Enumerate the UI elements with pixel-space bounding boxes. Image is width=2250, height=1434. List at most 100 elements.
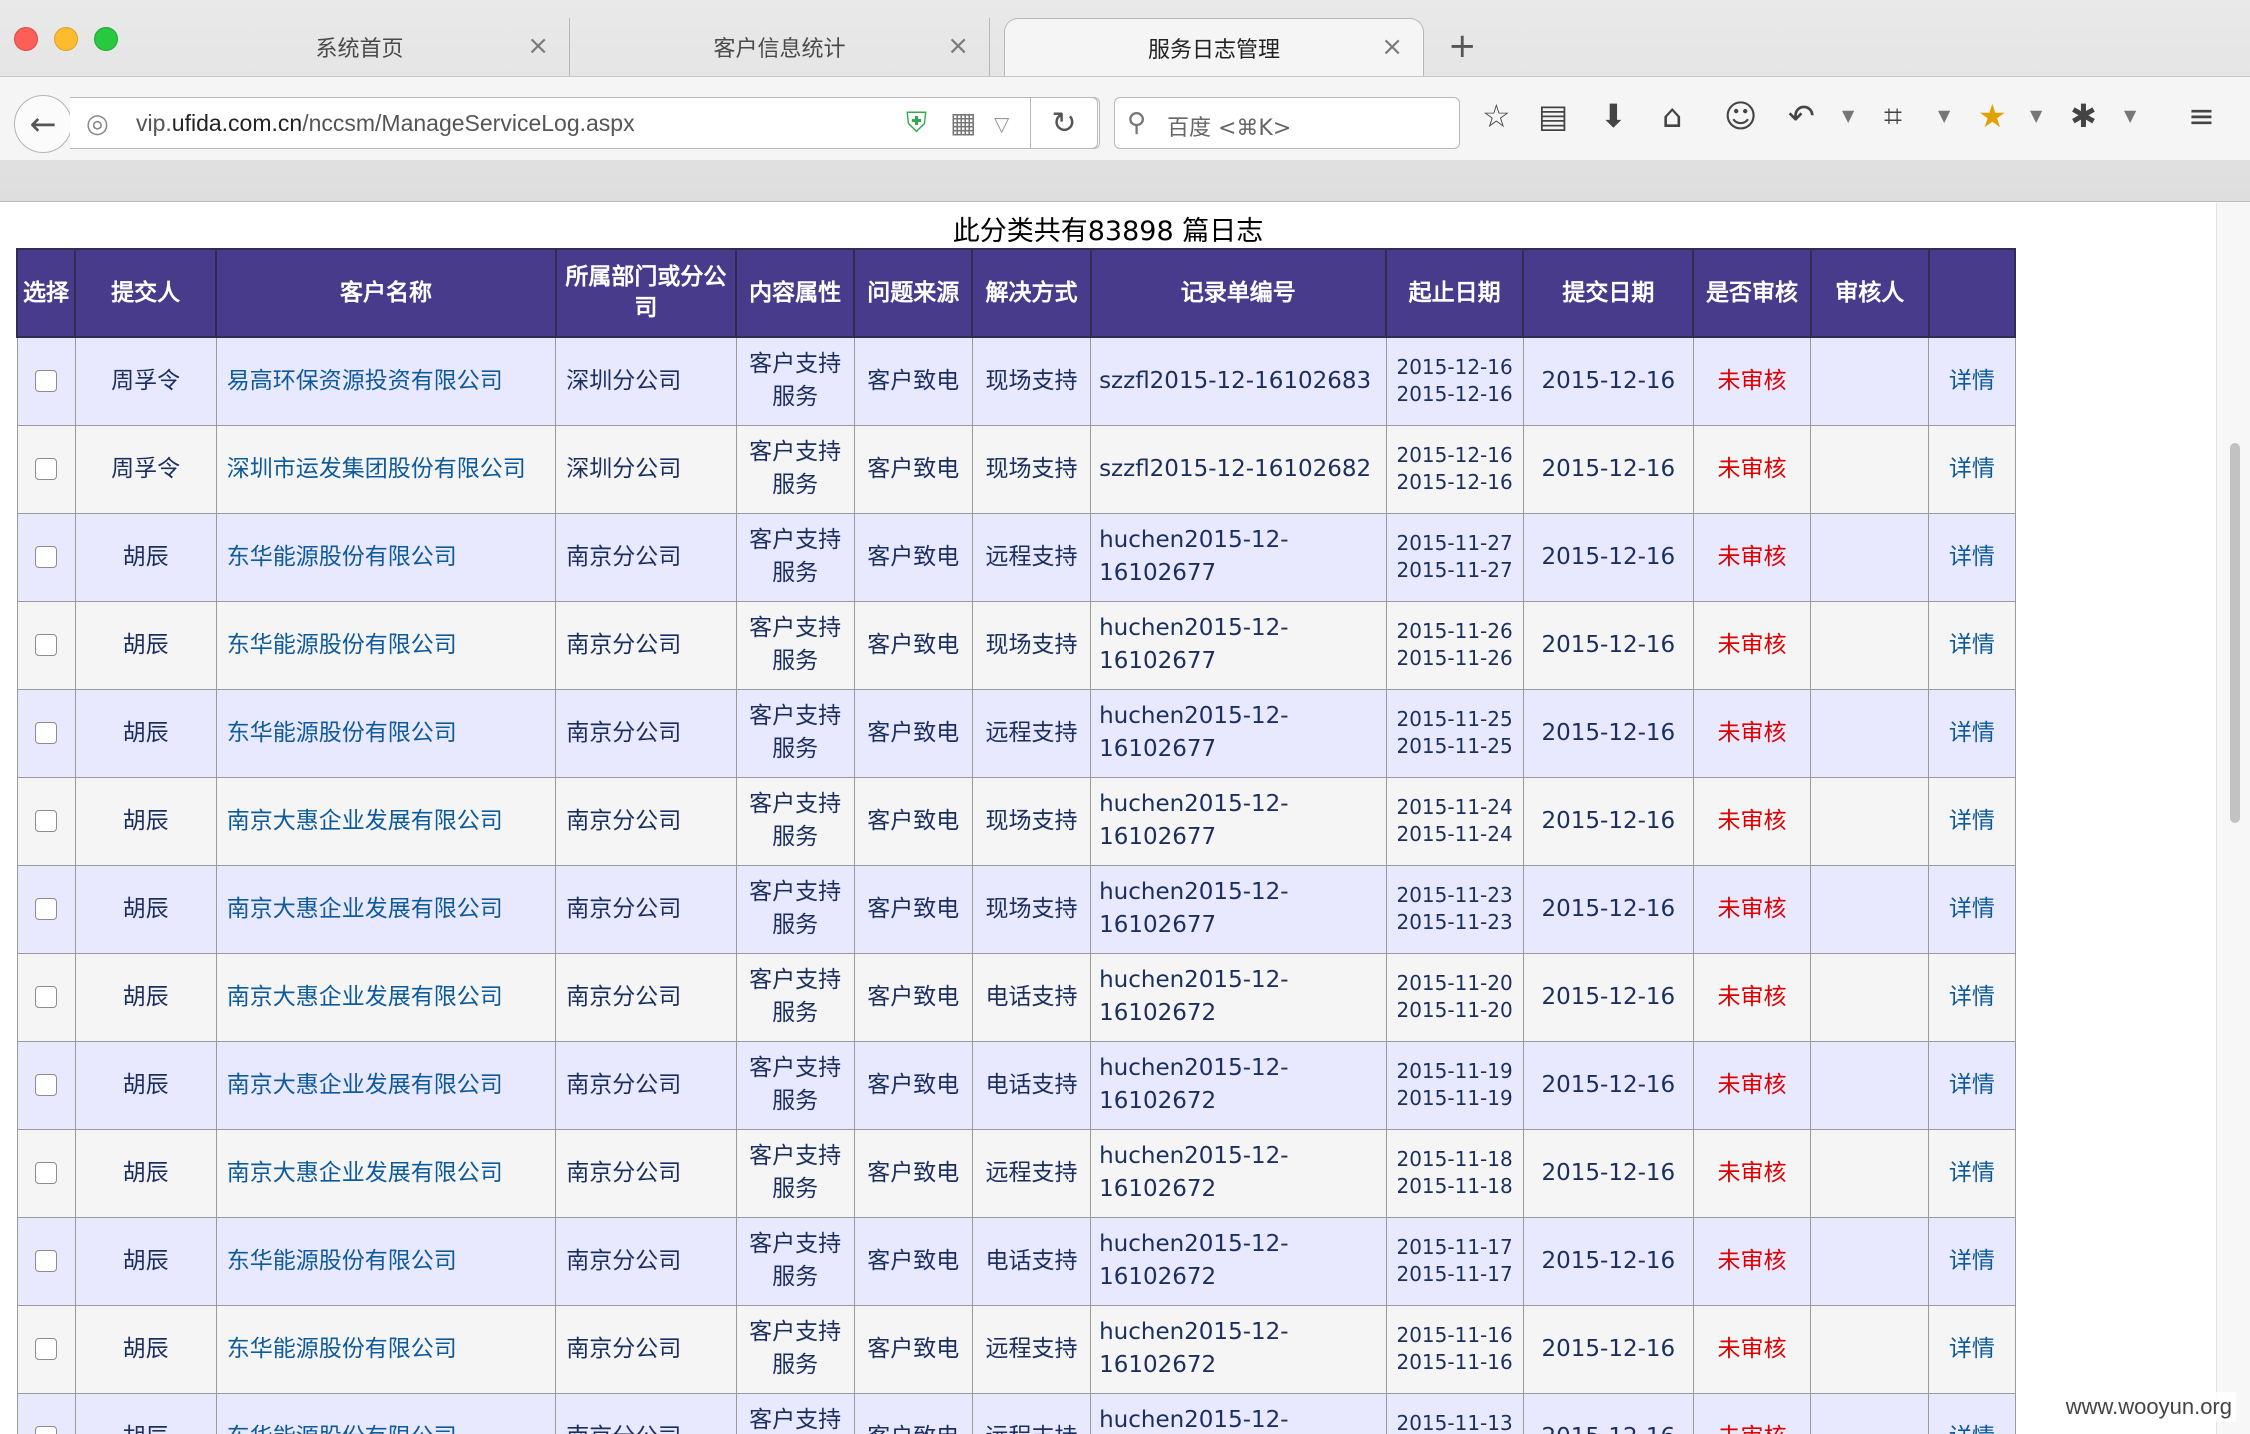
zoom-window-icon[interactable] [94, 27, 118, 51]
search-placeholder: 百度 <⌘K> [1167, 116, 1292, 141]
bug-icon[interactable]: ✱ [2070, 96, 2097, 136]
close-window-icon[interactable] [14, 27, 38, 51]
customer-link[interactable]: 南京大惠企业发展有限公司 [227, 984, 503, 1010]
row-checkbox[interactable] [35, 370, 58, 393]
chevron-down-icon[interactable]: ▼ [2030, 104, 2042, 128]
row-checkbox[interactable] [35, 634, 58, 656]
detail-link[interactable]: 详情 [1949, 808, 1995, 834]
record-number-cell: huchen2015-12-16102672 [1090, 1128, 1387, 1218]
detail-link[interactable]: 详情 [1949, 632, 1995, 658]
chevron-down-icon[interactable]: ▼ [2124, 104, 2136, 128]
extension-star-icon[interactable]: ★ [1978, 96, 2007, 136]
vertical-scrollbar[interactable] [2216, 203, 2250, 1434]
detail-link[interactable]: 详情 [1949, 456, 1995, 482]
row-checkbox[interactable] [35, 458, 58, 480]
dept-cell: 南京分公司 [555, 512, 737, 602]
submitter-cell: 胡辰 [74, 1392, 217, 1434]
detail-link[interactable]: 详情 [1949, 1072, 1995, 1098]
row-checkbox[interactable] [35, 722, 58, 744]
chevron-down-icon[interactable]: ▼ [1938, 104, 1950, 128]
row-checkbox[interactable] [35, 986, 58, 1008]
detail-link[interactable]: 详情 [1949, 368, 1995, 394]
method-cell: 现场支持 [971, 864, 1092, 954]
detail-link[interactable]: 详情 [1949, 720, 1995, 746]
security-shield-icon[interactable]: ⛨ [906, 108, 927, 138]
detail-link[interactable]: 详情 [1949, 544, 1995, 570]
content-type-cell: 客户支持服务 [735, 952, 855, 1042]
reading-list-icon[interactable]: ▤ [1538, 96, 1568, 136]
detail-link[interactable]: 详情 [1949, 1336, 1995, 1362]
detail-cell: 详情 [1928, 1128, 2016, 1218]
close-icon[interactable]: × [527, 32, 549, 60]
customer-link[interactable]: 南京大惠企业发展有限公司 [227, 896, 503, 922]
customer-link[interactable]: 东华能源股份有限公司 [227, 632, 457, 658]
back-arrow-icon[interactable]: ← [14, 95, 72, 153]
customer-link[interactable]: 易高环保资源投资有限公司 [227, 368, 503, 394]
row-checkbox[interactable] [35, 810, 58, 832]
star-icon[interactable]: ☆ [1482, 96, 1511, 136]
customer-cell: 深圳市运发集团股份有限公司 [215, 424, 557, 514]
content-type-cell: 客户支持服务 [735, 1040, 855, 1130]
close-icon[interactable]: × [1381, 33, 1403, 61]
menu-icon[interactable]: ≡ [2188, 96, 2215, 136]
url-text[interactable]: vip.ufida.com.cn/nccsm/ManageServiceLog.… [136, 110, 635, 137]
scrollbar-thumb[interactable] [2230, 443, 2240, 823]
tab-system-home[interactable]: 系统首页 × [150, 18, 570, 76]
chat-icon[interactable]: ☺ [1724, 96, 1757, 136]
record-number-cell: huchen2015-12-16102672 [1090, 1304, 1387, 1394]
dept-cell: 南京分公司 [555, 688, 737, 778]
home-icon[interactable]: ⌂ [1662, 96, 1682, 136]
row-checkbox[interactable] [35, 1162, 58, 1184]
tab-customer-stats[interactable]: 客户信息统计 × [570, 18, 990, 76]
reviewer-cell [1810, 1392, 1930, 1434]
crop-icon[interactable]: ⌗ [1884, 96, 1902, 136]
customer-link[interactable]: 东华能源股份有限公司 [227, 1336, 457, 1362]
customer-link[interactable]: 东华能源股份有限公司 [227, 1248, 457, 1274]
method-cell: 远程支持 [971, 1392, 1092, 1434]
row-checkbox[interactable] [35, 1074, 58, 1096]
detail-link[interactable]: 详情 [1949, 1248, 1995, 1274]
customer-link[interactable]: 南京大惠企业发展有限公司 [227, 1160, 503, 1186]
row-checkbox[interactable] [35, 1250, 58, 1272]
row-checkbox[interactable] [35, 1426, 58, 1434]
start-date: 2015-11-24 [1396, 795, 1513, 819]
detail-link[interactable]: 详情 [1949, 1424, 1995, 1434]
download-icon[interactable]: ⬇ [1600, 96, 1627, 136]
start-date: 2015-11-26 [1396, 619, 1513, 643]
detail-cell: 详情 [1928, 864, 2016, 954]
undo-icon[interactable]: ↶ [1788, 96, 1815, 136]
search-box[interactable]: ⚲ 百度 <⌘K> [1114, 97, 1460, 149]
row-checkbox[interactable] [35, 1338, 58, 1360]
col-header: 解决方式 [971, 248, 1092, 338]
detail-link[interactable]: 详情 [1949, 984, 1995, 1010]
chevron-down-icon[interactable]: ▼ [1842, 104, 1854, 128]
new-tab-plus-icon[interactable]: + [1448, 26, 1477, 66]
reload-icon[interactable]: ↻ [1030, 97, 1098, 149]
detail-link[interactable]: 详情 [1949, 1160, 1995, 1186]
dept-cell: 深圳分公司 [555, 424, 737, 514]
submit-date-cell: 2015-12-16 [1522, 1128, 1694, 1218]
reviewer-cell [1810, 776, 1930, 866]
customer-link[interactable]: 深圳市运发集团股份有限公司 [227, 456, 526, 482]
detail-cell: 详情 [1928, 600, 2016, 690]
customer-link[interactable]: 东华能源股份有限公司 [227, 544, 457, 570]
start-date: 2015-12-16 [1396, 355, 1513, 380]
url-dropdown-icon[interactable]: ▽ [994, 110, 1009, 138]
qr-code-icon[interactable]: ▦ [950, 108, 976, 138]
row-checkbox[interactable] [35, 546, 58, 568]
minimize-window-icon[interactable] [54, 27, 78, 51]
date-range-cell: 2015-11-132015-11-13 [1385, 1392, 1524, 1434]
address-bar[interactable]: ◎ vip.ufida.com.cn/nccsm/ManageServiceLo… [70, 97, 1100, 149]
reviewer-cell [1810, 1304, 1930, 1394]
detail-cell: 详情 [1928, 688, 2016, 778]
customer-link[interactable]: 南京大惠企业发展有限公司 [227, 808, 503, 834]
tab-service-log[interactable]: 服务日志管理 × [1004, 18, 1424, 76]
record-number-cell: huchen2015-12-16102667 [1090, 1392, 1387, 1434]
customer-link[interactable]: 东华能源股份有限公司 [227, 720, 457, 746]
table-row: 周孚令 深圳市运发集团股份有限公司 深圳分公司 客户支持服务 客户致电 现场支持 szzfl… [16, 424, 2016, 514]
customer-link[interactable]: 南京大惠企业发展有限公司 [227, 1072, 503, 1098]
customer-link[interactable]: 东华能源股份有限公司 [227, 1424, 457, 1434]
close-icon[interactable]: × [947, 32, 969, 60]
detail-link[interactable]: 详情 [1949, 896, 1995, 922]
row-checkbox[interactable] [35, 898, 58, 920]
